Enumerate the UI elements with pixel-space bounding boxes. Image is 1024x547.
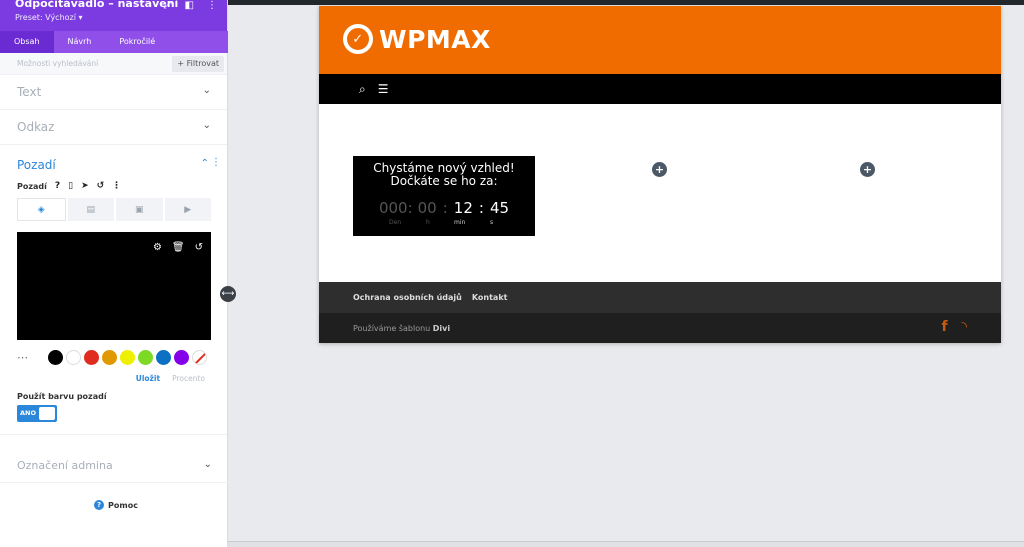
chevron-down-icon: ⌄: [202, 120, 211, 131]
section-text[interactable]: Text ⌄: [0, 75, 227, 110]
section-label: Odkaz: [17, 120, 55, 134]
section-link[interactable]: Odkaz ⌄: [0, 110, 227, 145]
more-colors-icon[interactable]: ⋯: [17, 351, 37, 364]
resize-handle-icon[interactable]: ⟷: [220, 286, 236, 302]
color-preview[interactable]: ⚙ 🗑 ↺: [17, 232, 211, 340]
footer-menu: Ochrana osobních údajů Kontakt: [319, 282, 1001, 313]
label-seconds: s: [490, 219, 494, 226]
footer-theme: Divi: [432, 324, 451, 333]
toggle-knob: [39, 407, 55, 420]
add-module-button[interactable]: +: [860, 162, 875, 177]
countdown-sep: :: [478, 199, 484, 217]
swatch[interactable]: [156, 350, 171, 365]
use-bg-toggle[interactable]: ANO: [17, 405, 57, 422]
countdown-seconds: 45: [489, 199, 510, 217]
logo-gear-icon: ✓: [343, 24, 373, 54]
filter-button[interactable]: + Filtrovat: [172, 56, 224, 72]
trash-icon[interactable]: 🗑: [172, 242, 185, 253]
swatch[interactable]: [48, 350, 63, 365]
section-more-icon[interactable]: ⋮: [211, 157, 221, 168]
section-background: Pozadí ⌃ ⋮ Pozadí ? ▯ ➤ ↺ ⋮ ◈ ▤ ▣ ▶ ⚙ 🗑 …: [0, 145, 227, 435]
site-logo[interactable]: ✓ WPMAX: [343, 24, 491, 54]
tab-advanced[interactable]: Pokročilé: [105, 31, 169, 53]
footer-link-privacy[interactable]: Ochrana osobních údajů: [353, 293, 462, 302]
countdown-digits: 000: 00 : 12 : 45: [353, 199, 535, 217]
countdown-days: 000:: [378, 199, 413, 217]
swatch[interactable]: [66, 350, 81, 365]
site-header: ✓ WPMAX: [319, 6, 1001, 74]
gradient-icon[interactable]: ▤: [67, 198, 114, 221]
panel-title: Odpočítávadlo – nastavení: [15, 0, 179, 10]
swatch[interactable]: [138, 350, 153, 365]
swatch[interactable]: [174, 350, 189, 365]
section-label: Text: [17, 85, 42, 99]
menu-icon[interactable]: ☰: [378, 82, 389, 96]
preset-selector[interactable]: Preset: Výchozí ▾: [15, 13, 83, 22]
countdown-hours: 00: [417, 199, 437, 217]
countdown-module[interactable]: Chystáme nový vzhled! Dočkáte se ho za: …: [353, 156, 535, 236]
section-admin-label[interactable]: Označení admina ⌄: [0, 448, 228, 483]
footer-link-contact[interactable]: Kontakt: [472, 293, 508, 302]
label-days: Den: [389, 219, 402, 226]
background-field-row: Pozadí ? ▯ ➤ ↺ ⋮: [17, 181, 121, 191]
countdown-minutes: 12: [453, 199, 473, 217]
countdown-title-2: Dočkáte se ho za:: [390, 174, 498, 188]
background-type-tabs: ◈ ▤ ▣ ▶: [17, 198, 211, 221]
footer-text: Používáme šablonu: [353, 324, 431, 333]
search-icon[interactable]: ⌕: [359, 82, 366, 97]
swatch[interactable]: [120, 350, 135, 365]
mobile-icon[interactable]: ▯: [68, 181, 73, 191]
section-label[interactable]: Pozadí: [17, 158, 56, 172]
toggle-label: ANO: [20, 409, 36, 417]
settings-panel: Odpočítávadlo – nastavení Preset: Výchoz…: [0, 0, 228, 547]
help-label: Pomoc: [108, 500, 138, 510]
site-nav: ⌕ ☰: [319, 74, 1001, 104]
tab-design[interactable]: Návrh: [54, 31, 106, 53]
panel-tabs: Obsah Návrh Pokročilé: [0, 31, 228, 53]
no-color-swatch[interactable]: [192, 350, 207, 365]
chevron-down-icon: ⌄: [202, 85, 211, 96]
field-label: Pozadí: [17, 181, 47, 191]
footer-bottom: Používáme šablonu Divi f ◝: [319, 313, 1001, 343]
swatch[interactable]: [102, 350, 117, 365]
search-row: Možnosti vyhledávání + Filtrovat: [0, 53, 227, 75]
section-label: Označení admina: [17, 459, 113, 472]
gear-icon[interactable]: ⚙: [153, 242, 162, 253]
chevron-up-icon[interactable]: ⌃: [201, 158, 209, 169]
undo-icon[interactable]: ↺: [195, 242, 203, 253]
more-icon[interactable]: ⋮: [112, 181, 121, 191]
cursor-icon[interactable]: ➤: [81, 181, 89, 191]
label-minutes: min: [454, 219, 466, 226]
help-link[interactable]: ? Pomoc: [94, 500, 138, 510]
columns-icon[interactable]: ◧: [185, 0, 194, 11]
help-icon: ?: [94, 500, 104, 510]
countdown-sep: :: [442, 199, 448, 217]
chevron-down-icon: ⌄: [203, 459, 212, 470]
use-bg-label: Použít barvu pozadí: [17, 392, 107, 401]
color-fill-icon[interactable]: ◈: [17, 198, 66, 221]
color-swatches: ⋯: [17, 350, 207, 365]
more-icon[interactable]: ⋮: [207, 0, 217, 11]
site-preview: ✓ WPMAX ⌕ ☰ Chystáme nový vzhled! Dočkát…: [319, 6, 1001, 343]
facebook-icon[interactable]: f: [941, 319, 947, 335]
search-input[interactable]: Možnosti vyhledávání: [17, 59, 98, 68]
swatch[interactable]: [84, 350, 99, 365]
save-button[interactable]: Uložit: [136, 374, 160, 383]
help-icon[interactable]: ?: [55, 181, 60, 191]
add-module-button[interactable]: +: [652, 162, 667, 177]
panel-header: Odpočítávadlo – nastavení Preset: Výchoz…: [0, 0, 228, 53]
rss-icon[interactable]: ◝: [962, 319, 967, 335]
label-hours: h: [426, 219, 430, 226]
brand-name: WPMAX: [379, 24, 491, 54]
percent-button[interactable]: Procento: [172, 374, 205, 383]
reset-icon[interactable]: ↺: [97, 181, 105, 191]
image-icon[interactable]: ▣: [116, 198, 163, 221]
video-icon[interactable]: ▶: [164, 198, 211, 221]
expand-icon[interactable]: ⤢: [164, 0, 172, 11]
tab-content[interactable]: Obsah: [0, 31, 54, 53]
scroll-area-edge: [228, 541, 1024, 547]
